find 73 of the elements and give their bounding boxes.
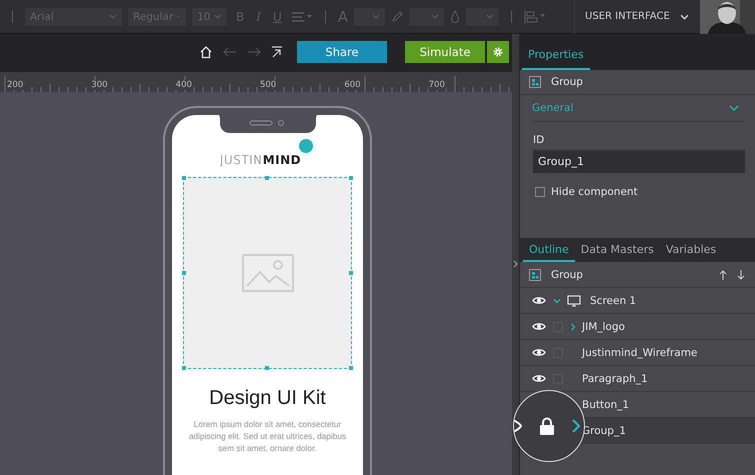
share-button[interactable]: Share [297, 41, 387, 63]
ruler-label: 600 [343, 80, 362, 90]
field-label: ID [533, 134, 546, 146]
caret-icon [372, 14, 380, 19]
caret-icon [176, 14, 181, 19]
eye-icon[interactable] [532, 374, 546, 383]
image-placeholder[interactable] [183, 177, 352, 369]
section-header[interactable]: General [532, 95, 743, 122]
settings-icon [492, 46, 504, 58]
lock-icon [539, 417, 555, 435]
caret-icon[interactable] [680, 14, 689, 20]
pencil-icon[interactable] [391, 10, 404, 22]
move-down-icon[interactable] [737, 270, 745, 280]
resize-handle[interactable] [182, 176, 186, 180]
monitor-icon [567, 294, 581, 306]
ruler-label: 300 [90, 80, 109, 90]
chevron-icon [572, 419, 580, 433]
panel-tab[interactable]: Outline [523, 238, 575, 262]
resize-handle[interactable] [348, 366, 352, 370]
layer-name: Button_1 [581, 398, 630, 410]
chevron-icon[interactable] [568, 322, 576, 330]
outline-row[interactable]: JIM_logo [520, 314, 755, 340]
distribute-icon[interactable] [524, 10, 546, 24]
align-icon[interactable] [290, 10, 313, 22]
back-arrow-icon[interactable] [223, 47, 237, 57]
caret-icon [109, 14, 117, 19]
group-icon [529, 76, 541, 88]
group-icon [529, 268, 541, 280]
eye-icon[interactable] [532, 296, 546, 305]
ruler-label: 500 [258, 80, 278, 90]
resize-handle[interactable] [348, 176, 352, 180]
screen-title: Design UI Kit [209, 387, 326, 410]
image-icon [242, 254, 294, 292]
chevron-icon[interactable] [552, 296, 560, 304]
ruler-label: 200 [6, 80, 24, 90]
caret-icon [214, 14, 222, 19]
layer-name: Justinmind_Wireframe [580, 346, 698, 358]
layer-name: Paragraph_1 [581, 372, 648, 384]
caret-icon [431, 14, 440, 19]
export-icon[interactable] [271, 46, 283, 58]
forward-arrow-icon[interactable] [247, 47, 261, 57]
drop-icon[interactable] [450, 10, 460, 23]
resize-handle[interactable] [348, 270, 352, 274]
outline-row[interactable]: Justinmind_Wireframe [520, 340, 755, 366]
home-icon[interactable] [199, 45, 213, 59]
ruler-label: 700 [428, 80, 446, 90]
panel-tab[interactable]: Variables [660, 238, 722, 262]
simulate-button[interactable]: Simulate [405, 41, 485, 63]
logo-text: JUSTIN MIND [220, 153, 302, 167]
selection-type: Group [551, 76, 583, 88]
checkbox-label: Hide component [551, 186, 638, 198]
settings-button[interactable] [487, 41, 509, 63]
eye-icon[interactable] [532, 348, 546, 357]
outline-row[interactable]: Screen 1 [520, 288, 755, 314]
eye-icon[interactable] [532, 322, 546, 331]
resize-handle[interactable] [265, 366, 269, 370]
panel-tab[interactable]: Data Masters [574, 238, 660, 262]
id-input-field[interactable]: Group_1 [533, 150, 745, 173]
logo-dot-icon [299, 139, 314, 153]
resize-handle[interactable] [265, 176, 269, 180]
resize-handle[interactable] [182, 366, 186, 370]
caret-icon [486, 14, 494, 19]
resize-handle[interactable] [182, 270, 186, 274]
move-up-icon[interactable] [719, 270, 727, 280]
color-dropdown[interactable] [354, 8, 386, 26]
screen-paragraph: Lorem ipsum dolor sit amet, consectetur adipiscing elit. Sed ut erat ultrices, dapibus sem sit amet, ornare dolor. [188, 418, 348, 454]
eye-icon [514, 419, 522, 433]
layer-name: Screen 1 [589, 294, 636, 306]
layer-name: JIM_logo [580, 320, 625, 332]
checkbox[interactable] [535, 187, 545, 197]
outline-header: Group [551, 268, 584, 280]
project-name[interactable]: USER INTERFACE [585, 11, 670, 22]
ruler-label: 400 [174, 80, 193, 90]
